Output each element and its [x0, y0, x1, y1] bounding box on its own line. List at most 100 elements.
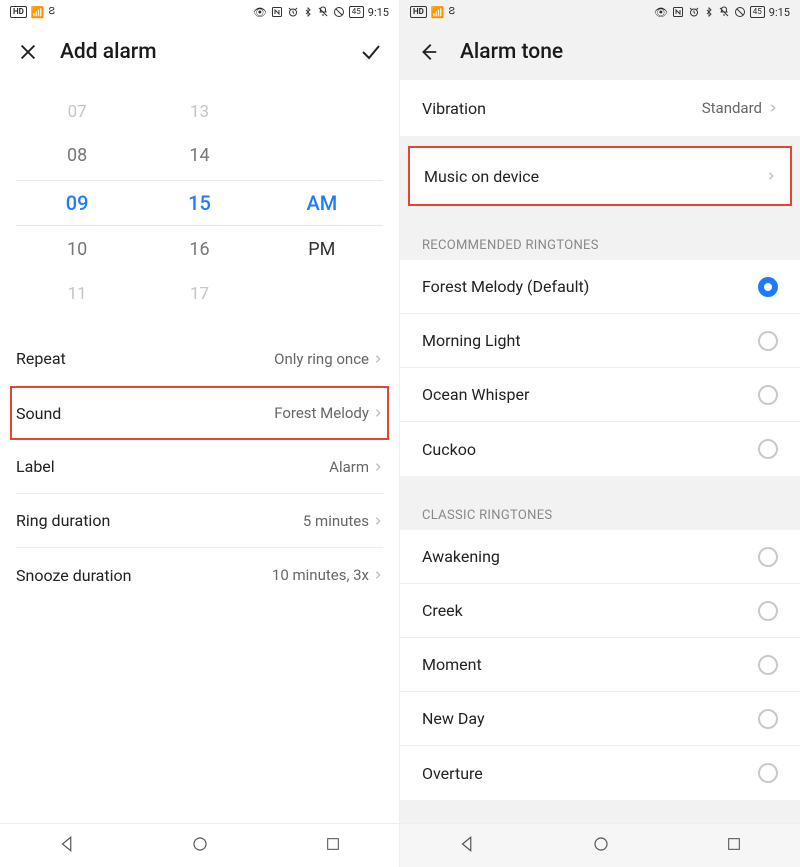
signal-icon: 📶	[31, 6, 45, 19]
vibration-label: Vibration	[422, 99, 486, 118]
ringtone-item[interactable]: Creek	[400, 584, 800, 638]
header: Alarm tone	[400, 24, 800, 80]
battery-indicator: 45	[750, 6, 765, 18]
chevron-right-icon	[373, 352, 383, 366]
hd-badge: HD	[10, 6, 27, 18]
ringtone-item[interactable]: Morning Light	[400, 314, 800, 368]
ringtone-name: Ocean Whisper	[422, 385, 529, 404]
nodata-icon	[734, 6, 746, 18]
status-bar: HD 📶 ౭ 👁 45 9:15	[400, 0, 800, 24]
ringtone-item[interactable]: New Day	[400, 692, 800, 746]
time-picker[interactable]: 07 08 09 10 11 13 14 15 16 17 AM PM	[16, 90, 383, 316]
confirm-button[interactable]	[359, 40, 383, 64]
ringtone-item[interactable]: Forest Melody (Default)	[400, 260, 800, 314]
hour-selected[interactable]: 09	[66, 181, 89, 225]
ringtone-name: New Day	[422, 709, 485, 728]
nfc-icon	[672, 6, 684, 18]
vibration-value: Standard	[702, 99, 762, 117]
alarm-icon	[287, 6, 299, 18]
ringtone-name: Awakening	[422, 547, 500, 566]
ring-duration-row[interactable]: Ring duration 5 minutes	[16, 494, 383, 548]
music-on-device-highlight: Music on device	[408, 146, 792, 206]
radio-unselected[interactable]	[758, 709, 778, 729]
radio-unselected[interactable]	[758, 439, 778, 459]
chevron-right-icon	[766, 169, 776, 183]
snooze-row[interactable]: Snooze duration 10 minutes, 3x	[16, 548, 383, 602]
back-button[interactable]	[416, 40, 440, 64]
nav-back-button[interactable]	[58, 835, 76, 857]
vibration-row[interactable]: Vibration Standard	[400, 80, 800, 136]
radio-unselected[interactable]	[758, 655, 778, 675]
ringtone-name: Creek	[422, 601, 463, 620]
minute-option[interactable]: 17	[190, 272, 209, 316]
section-recommended-header: RECOMMENDED RINGTONES	[400, 216, 800, 260]
hour-option[interactable]: 10	[67, 228, 87, 272]
am-option[interactable]: AM	[306, 181, 337, 225]
radio-unselected[interactable]	[758, 331, 778, 351]
header: Add alarm	[0, 24, 399, 80]
status-time: 9:15	[368, 6, 389, 19]
chevron-right-icon	[373, 460, 383, 474]
hour-column[interactable]: 07 08 09 10 11	[16, 90, 138, 316]
hd-badge: HD	[410, 6, 427, 18]
radio-unselected[interactable]	[758, 385, 778, 405]
radio-selected[interactable]	[758, 277, 778, 297]
ring-duration-label: Ring duration	[16, 511, 110, 530]
nav-recent-button[interactable]	[726, 836, 742, 856]
snooze-value: 10 minutes, 3x	[272, 566, 369, 584]
radio-unselected[interactable]	[758, 601, 778, 621]
ringtone-item[interactable]: Cuckoo	[400, 422, 800, 476]
nav-home-button[interactable]	[191, 835, 209, 857]
repeat-value: Only ring once	[274, 350, 369, 368]
minute-option[interactable]: 14	[189, 134, 209, 178]
nav-bar	[0, 823, 399, 867]
hour-option[interactable]: 07	[68, 90, 87, 134]
sound-row[interactable]: Sound Forest Melody	[10, 386, 389, 440]
music-on-device-row[interactable]: Music on device	[410, 148, 790, 204]
bluetooth-icon	[303, 6, 313, 18]
music-on-device-label: Music on device	[424, 167, 539, 186]
minute-selected[interactable]: 15	[188, 181, 211, 225]
page-title: Alarm tone	[460, 40, 784, 64]
screen-alarm-tone: HD 📶 ౭ 👁 45 9:15 Alarm tone Vibration St…	[400, 0, 800, 867]
tone-content: Vibration Standard Music on device RECOM…	[400, 80, 800, 823]
close-button[interactable]	[16, 40, 40, 64]
nav-home-button[interactable]	[592, 835, 610, 857]
chevron-right-icon	[768, 101, 778, 115]
repeat-label: Repeat	[16, 349, 66, 368]
sound-label: Sound	[16, 404, 61, 423]
classic-ringtones-list: Awakening Creek Moment New Day Overture	[400, 530, 800, 800]
ring-duration-value: 5 minutes	[303, 512, 369, 530]
label-label: Label	[16, 457, 55, 476]
status-time: 9:15	[769, 6, 790, 19]
nfc-icon	[271, 6, 283, 18]
hour-option[interactable]: 11	[68, 272, 87, 316]
nav-back-button[interactable]	[458, 835, 476, 857]
mute-icon	[718, 6, 730, 18]
ringtone-item[interactable]: Moment	[400, 638, 800, 692]
ringtone-item[interactable]: Awakening	[400, 530, 800, 584]
radio-unselected[interactable]	[758, 547, 778, 567]
mute-icon	[317, 6, 329, 18]
hour-option[interactable]: 08	[67, 134, 87, 178]
spiral-icon: ౭	[449, 4, 455, 20]
ringtone-item[interactable]: Ocean Whisper	[400, 368, 800, 422]
minute-column[interactable]: 13 14 15 16 17	[138, 90, 260, 316]
ringtone-name: Cuckoo	[422, 440, 476, 459]
ringtone-name: Forest Melody (Default)	[422, 277, 589, 296]
nav-recent-button[interactable]	[325, 836, 341, 856]
minute-option[interactable]: 13	[190, 90, 209, 134]
label-row[interactable]: Label Alarm	[16, 440, 383, 494]
recommended-ringtones-list: Forest Melody (Default) Morning Light Oc…	[400, 260, 800, 476]
chevron-right-icon	[373, 406, 383, 420]
ampm-column[interactable]: AM PM	[261, 90, 383, 316]
nav-bar	[400, 823, 800, 867]
screen-add-alarm: HD 📶 ౭ 👁 45 9:15 Add alarm 07 08 09	[0, 0, 400, 867]
ringtone-item[interactable]: Overture	[400, 746, 800, 800]
pm-option[interactable]: PM	[308, 228, 335, 272]
repeat-row[interactable]: Repeat Only ring once	[16, 332, 383, 386]
eye-icon: 👁	[654, 6, 668, 19]
minute-option[interactable]: 16	[189, 228, 209, 272]
radio-unselected[interactable]	[758, 763, 778, 783]
ringtone-name: Overture	[422, 764, 483, 783]
